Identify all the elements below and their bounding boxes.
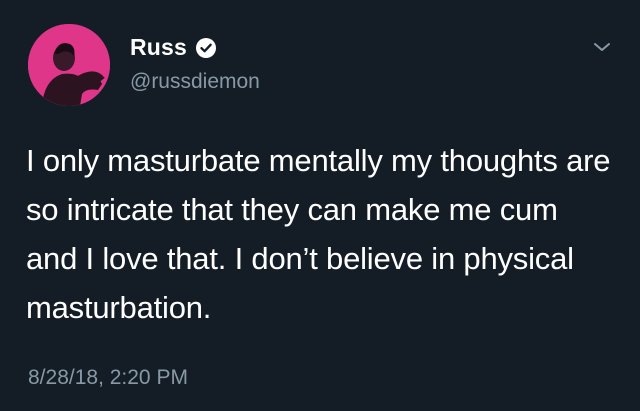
avatar-portrait-icon: [28, 24, 110, 106]
verified-badge-icon: [195, 37, 217, 59]
tweet-text: I only masturbate mentally my thoughts a…: [26, 143, 611, 325]
avatar[interactable]: [28, 24, 110, 106]
tweet-card: Russ @russdiemon I only masturbate menta…: [0, 0, 640, 411]
tweet-timestamp[interactable]: 8/28/18, 2:20 PM: [28, 366, 188, 390]
user-name-row: Russ: [130, 34, 217, 61]
user-handle[interactable]: @russdiemon: [130, 70, 260, 94]
display-name[interactable]: Russ: [130, 34, 187, 61]
chevron-down-icon[interactable]: [592, 40, 612, 54]
